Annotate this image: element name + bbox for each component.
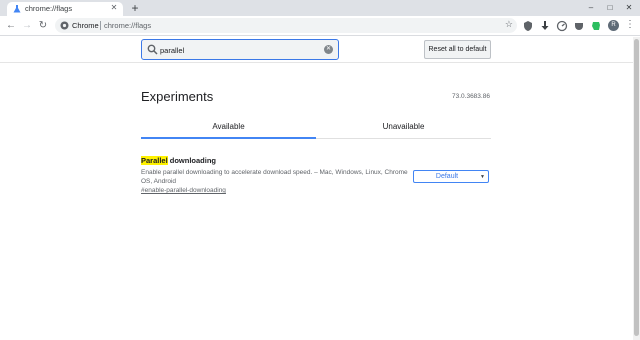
evernote-extension-icon[interactable] bbox=[590, 20, 602, 32]
download-extension-icon[interactable] bbox=[539, 20, 551, 32]
tab-strip: chrome://flags ✕ + – □ ✕ bbox=[0, 0, 640, 16]
flag-description: Enable parallel downloading to accelerat… bbox=[141, 169, 408, 185]
flag-state-value: Default bbox=[435, 173, 459, 180]
profile-avatar[interactable]: R bbox=[608, 20, 619, 31]
tab-unavailable[interactable]: Unavailable bbox=[316, 122, 491, 131]
active-tab-indicator bbox=[141, 137, 316, 139]
new-tab-button[interactable]: + bbox=[129, 1, 141, 15]
minimize-icon[interactable]: – bbox=[584, 1, 598, 14]
search-box[interactable]: ✕ bbox=[141, 39, 339, 60]
window-close-icon[interactable]: ✕ bbox=[622, 1, 636, 14]
flag-title: Parallel downloading bbox=[141, 156, 216, 165]
pocket-extension-icon[interactable] bbox=[573, 20, 585, 32]
page-scrollbar[interactable] bbox=[633, 37, 640, 340]
page-title: Experiments bbox=[141, 89, 214, 104]
back-icon[interactable]: ← bbox=[5, 20, 17, 32]
scrollbar-thumb[interactable] bbox=[634, 39, 639, 336]
chrome-info-icon[interactable] bbox=[60, 21, 69, 30]
tab-title: chrome://flags bbox=[25, 4, 73, 13]
flag-permalink[interactable]: #enable-parallel-downloading bbox=[141, 187, 226, 194]
forward-icon[interactable]: → bbox=[21, 20, 33, 32]
search-highlight: Parallel bbox=[141, 156, 168, 165]
browser-window: chrome://flags ✕ + – □ ✕ ← → ↻ Chrome ch… bbox=[0, 0, 640, 340]
dropdown-arrow-icon: ▼ bbox=[480, 174, 485, 180]
omnibox-chrome-label: Chrome bbox=[72, 21, 99, 30]
flags-tabs: Available Unavailable bbox=[141, 116, 491, 139]
tab-available[interactable]: Available bbox=[141, 122, 316, 131]
flag-title-rest: downloading bbox=[167, 156, 217, 165]
flags-header: ✕ Reset all to default bbox=[0, 37, 640, 63]
reset-all-button[interactable]: Reset all to default bbox=[424, 40, 491, 59]
omnibox-url[interactable]: chrome://flags bbox=[104, 21, 151, 30]
version-label: 73.0.3683.86 bbox=[452, 93, 490, 100]
search-icon bbox=[147, 44, 158, 55]
shield-extension-icon[interactable] bbox=[522, 20, 534, 32]
clear-search-icon[interactable]: ✕ bbox=[324, 45, 333, 54]
browser-toolbar: ← → ↻ Chrome chrome://flags ☆ R ⋮ bbox=[0, 16, 640, 36]
tab-chrome-flags[interactable]: chrome://flags ✕ bbox=[7, 2, 123, 16]
menu-icon[interactable]: ⋮ bbox=[625, 19, 635, 31]
address-bar[interactable]: Chrome chrome://flags ☆ bbox=[55, 18, 517, 33]
flask-icon bbox=[13, 5, 21, 13]
bookmark-star-icon[interactable]: ☆ bbox=[505, 19, 513, 30]
reload-icon[interactable]: ↻ bbox=[37, 20, 49, 32]
omnibox-divider bbox=[100, 21, 101, 30]
maximize-icon[interactable]: □ bbox=[603, 1, 617, 14]
speed-extension-icon[interactable] bbox=[556, 20, 568, 32]
search-input[interactable] bbox=[160, 43, 320, 57]
tab-close-icon[interactable]: ✕ bbox=[109, 3, 119, 13]
flag-state-select[interactable]: Default ▼ bbox=[413, 170, 489, 183]
